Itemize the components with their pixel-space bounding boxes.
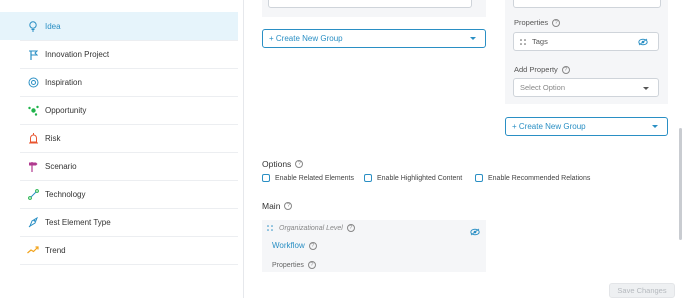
eye-icon[interactable] — [470, 228, 480, 236]
circuit-icon — [27, 188, 39, 200]
sidebar-item-risk[interactable]: Risk — [0, 124, 238, 152]
sidebar-item-trend[interactable]: Trend — [0, 236, 238, 264]
lightbulb-icon — [27, 20, 39, 32]
enable-related-elements-checkbox[interactable]: Enable Related Elements — [262, 174, 354, 182]
alarm-icon — [27, 132, 39, 144]
create-group-label: + Create New Group — [512, 122, 586, 131]
help-icon[interactable]: ? — [308, 241, 317, 250]
partial-select[interactable] — [268, 0, 472, 8]
sidebar-item-idea[interactable]: Idea — [0, 12, 238, 40]
tag-label: Tags — [532, 37, 548, 46]
trend-icon — [27, 244, 39, 256]
main-group-panel: Organizational Level ? Workflow ? Proper… — [262, 220, 486, 272]
sidebar-item-label: Innovation Project — [45, 49, 110, 59]
partial-icon — [28, 0, 40, 2]
add-property-label: Add Property ? — [514, 65, 570, 74]
sidebar-item-innovation-project[interactable]: Innovation Project — [0, 40, 238, 68]
scrollbar[interactable] — [679, 128, 682, 240]
create-group-label: + Create New Group — [269, 34, 343, 43]
workflow-group-title[interactable]: Workflow ? — [272, 241, 317, 250]
add-property-select[interactable]: Select Option — [513, 78, 659, 97]
eye-icon[interactable] — [638, 38, 648, 46]
tag-property-item[interactable]: Tags — [513, 32, 659, 51]
sidebar-item-technology[interactable]: Technology — [0, 180, 238, 208]
checkbox-box[interactable] — [262, 174, 270, 182]
drag-handle-icon[interactable] — [267, 225, 273, 231]
sidebar-item-label: Opportunity — [45, 105, 87, 115]
sidebar-item-test-element-type[interactable]: Test Element Type — [0, 208, 238, 236]
network-icon — [27, 104, 39, 116]
sidebar-item-label: Trend — [45, 245, 66, 255]
create-new-group-dropdown[interactable]: + Create New Group — [262, 29, 486, 48]
create-new-group-dropdown-right[interactable]: + Create New Group — [505, 117, 668, 136]
help-icon[interactable]: ? — [295, 160, 304, 168]
workflow-properties-label: Properties ? — [272, 261, 316, 269]
drag-handle-icon[interactable] — [520, 38, 526, 45]
group-panel-top — [262, 0, 486, 17]
organizational-level-field[interactable]: Organizational Level ? — [267, 224, 355, 232]
signpost-icon — [27, 160, 39, 172]
sidebar-item-partial[interactable] — [20, 0, 238, 5]
sidebar-item-label: Idea — [45, 21, 61, 31]
sidebar-item-inspiration[interactable]: Inspiration — [0, 68, 238, 96]
sidebar-item-label: Inspiration — [45, 77, 82, 87]
chevron-down-icon — [643, 87, 649, 90]
element-type-sidebar: Idea Innovation Project Inspiration Oppo… — [0, 0, 244, 298]
sidebar-item-label: Scenario — [45, 161, 77, 171]
help-icon[interactable]: ? — [284, 202, 293, 210]
rocket-icon — [27, 216, 39, 228]
save-changes-button[interactable]: Save Changes — [609, 283, 675, 298]
select-placeholder: Select Option — [520, 83, 566, 92]
chevron-down-icon — [652, 125, 658, 128]
sidebar-item-scenario[interactable]: Scenario — [0, 152, 238, 180]
help-icon[interactable]: ? — [346, 224, 355, 232]
help-icon[interactable]: ? — [561, 65, 570, 74]
help-icon[interactable]: ? — [552, 18, 561, 27]
checkbox-box[interactable] — [364, 174, 372, 182]
checkbox-box[interactable] — [475, 174, 483, 182]
options-heading: Options ? — [262, 159, 304, 169]
enable-recommended-relations-checkbox[interactable]: Enable Recommended Relations — [475, 174, 590, 182]
enable-highlighted-content-checkbox[interactable]: Enable Highlighted Content — [364, 174, 462, 182]
sidebar-item-opportunity[interactable]: Opportunity — [0, 96, 238, 124]
help-icon[interactable]: ? — [307, 261, 316, 269]
flag-icon — [27, 48, 39, 60]
sidebar-item-label: Test Element Type — [45, 217, 111, 227]
partial-input[interactable] — [513, 0, 661, 8]
sidebar-item-label: Technology — [45, 189, 86, 199]
properties-label: Properties ? — [514, 18, 561, 27]
sidebar-item-label: Risk — [45, 133, 61, 143]
main-heading: Main ? — [262, 201, 293, 211]
chevron-down-icon — [470, 37, 476, 40]
target-icon — [27, 76, 39, 88]
sidebar-divider — [20, 264, 238, 265]
